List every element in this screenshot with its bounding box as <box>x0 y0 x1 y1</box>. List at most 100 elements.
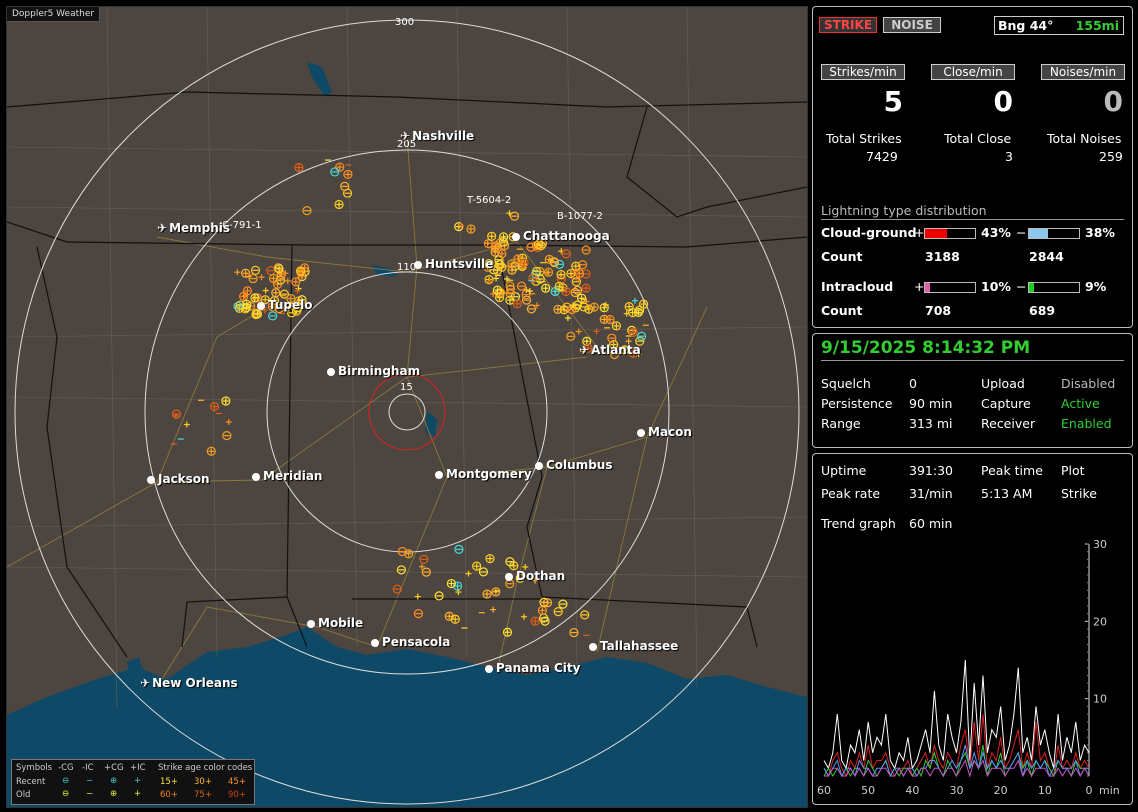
strike-symbol <box>542 598 553 608</box>
strike-symbol <box>396 565 406 575</box>
strike-symbol <box>550 286 560 297</box>
legend-recent-label: Recent <box>16 777 46 787</box>
noises-per-min-value: 0 <box>1103 85 1123 118</box>
peak-time-value: 5:13 AM <box>981 486 1033 501</box>
strike-symbol <box>497 249 507 259</box>
lightning-map[interactable]: Doppler5 Weather 300 205 110 15 T-5604-2… <box>6 6 808 808</box>
city-name: Huntsville <box>425 257 494 271</box>
city-dot-icon <box>505 573 513 581</box>
city-panama-city: Panama City <box>485 661 580 675</box>
strike-symbol <box>636 331 647 341</box>
plot-label: Plot <box>1061 463 1085 478</box>
total-close-label: Total Close <box>944 131 1012 146</box>
strike-symbol <box>171 409 182 419</box>
neg-ic-icon: − <box>86 789 94 799</box>
strike-symbol <box>526 242 536 252</box>
storm-cell-label[interactable]: B-1077-2 <box>557 211 603 222</box>
strike-symbol <box>512 299 522 309</box>
neg-cg-icon: ⊖ <box>62 776 70 786</box>
cg-label: Cloud-ground <box>821 225 917 240</box>
strike-symbol <box>487 231 497 241</box>
peak-time-label: Peak time <box>981 463 1043 478</box>
strike-symbol <box>497 262 507 272</box>
bearing-value: Bng 44° <box>998 18 1054 33</box>
strike-symbol <box>572 285 583 295</box>
noise-button[interactable]: NOISE <box>883 17 941 33</box>
strike-symbol <box>484 274 494 285</box>
county-lines <box>7 7 807 708</box>
upload-label: Upload <box>981 376 1025 391</box>
storm-cell-label[interactable]: T-5604-2 <box>467 195 511 206</box>
city-name: Dothan <box>516 569 566 583</box>
persistence-label: Persistence <box>821 396 893 411</box>
strike-symbol <box>516 281 527 291</box>
strike-symbol <box>268 273 279 284</box>
age-code: 30+ <box>194 777 212 787</box>
strike-symbol <box>465 570 472 577</box>
strike-symbol <box>530 616 540 626</box>
strike-symbol <box>450 614 460 624</box>
strike-symbol <box>268 311 278 321</box>
strike-symbol <box>569 627 579 638</box>
plot-value[interactable]: Strike <box>1061 486 1097 501</box>
strike-symbol <box>250 265 261 275</box>
city-name: Tallahassee <box>600 639 679 653</box>
city-montgomery: Montgomery <box>435 467 532 481</box>
strike-symbol <box>262 287 269 294</box>
legend-symbols-label: Symbols <box>16 763 53 773</box>
city-pensacola: Pensacola <box>371 635 450 649</box>
x-tick-label: 50 <box>861 784 875 797</box>
age-code: 45+ <box>228 777 246 787</box>
uptime-label: Uptime <box>821 463 867 478</box>
x-tick-label: 60 <box>817 784 831 797</box>
city-meridian: Meridian <box>252 469 322 483</box>
city-new-orleans: ✈ New Orleans <box>140 676 238 690</box>
strike-symbol <box>593 328 600 335</box>
strike-symbol <box>581 283 591 293</box>
strike-symbol <box>584 304 594 314</box>
city-dot-icon <box>371 639 379 647</box>
city-name: Columbus <box>546 458 613 472</box>
strike-symbol <box>454 544 464 554</box>
city-dothan: Dothan <box>505 569 565 583</box>
plus-sign: + <box>914 225 925 240</box>
city-name: Memphis <box>169 221 231 235</box>
strike-symbol <box>611 321 622 331</box>
city-nashville: ✈ Nashville <box>400 129 474 143</box>
squelch-value: 0 <box>909 376 917 391</box>
city-dot-icon <box>512 233 520 241</box>
strike-symbol <box>566 331 576 341</box>
strike-button[interactable]: STRIKE <box>819 17 877 33</box>
count-label: Count <box>821 303 863 318</box>
peak-rate-label: Peak rate <box>821 486 881 501</box>
ic-neg-count: 689 <box>1029 303 1056 318</box>
strike-symbol <box>222 431 232 441</box>
strike-symbol <box>258 274 265 281</box>
strike-symbol <box>472 561 482 571</box>
legend-age-title: Strike age color codes <box>158 763 253 773</box>
city-name: Montgomery <box>446 467 532 481</box>
strike-symbol <box>334 199 344 210</box>
ic-pos-bar <box>924 282 976 293</box>
strike-symbol <box>624 302 634 312</box>
divider <box>821 360 1124 361</box>
strike-symbol <box>574 268 585 279</box>
airport-icon: ✈ <box>140 676 151 690</box>
symbol-legend: Symbols -CG -IC +CG +IC Strike age color… <box>11 759 255 805</box>
city-dot-icon <box>147 476 155 484</box>
lake <box>307 62 332 97</box>
strike-symbol <box>446 578 456 589</box>
strike-symbol <box>521 295 532 305</box>
city-dot-icon <box>535 462 543 470</box>
peak-rate-value: 31/min <box>909 486 953 501</box>
range-label-15: 15 <box>400 382 413 393</box>
strike-symbol <box>589 302 599 312</box>
strikes-per-min-label: Strikes/min <box>821 64 905 80</box>
city-name: Macon <box>648 425 692 439</box>
strike-symbol <box>343 169 353 180</box>
strike-symbol <box>206 446 216 456</box>
cg-pos-bar <box>924 228 976 239</box>
age-code: 75+ <box>194 790 212 800</box>
legend-old-label: Old <box>16 790 31 800</box>
legend-header: -IC <box>82 763 94 773</box>
